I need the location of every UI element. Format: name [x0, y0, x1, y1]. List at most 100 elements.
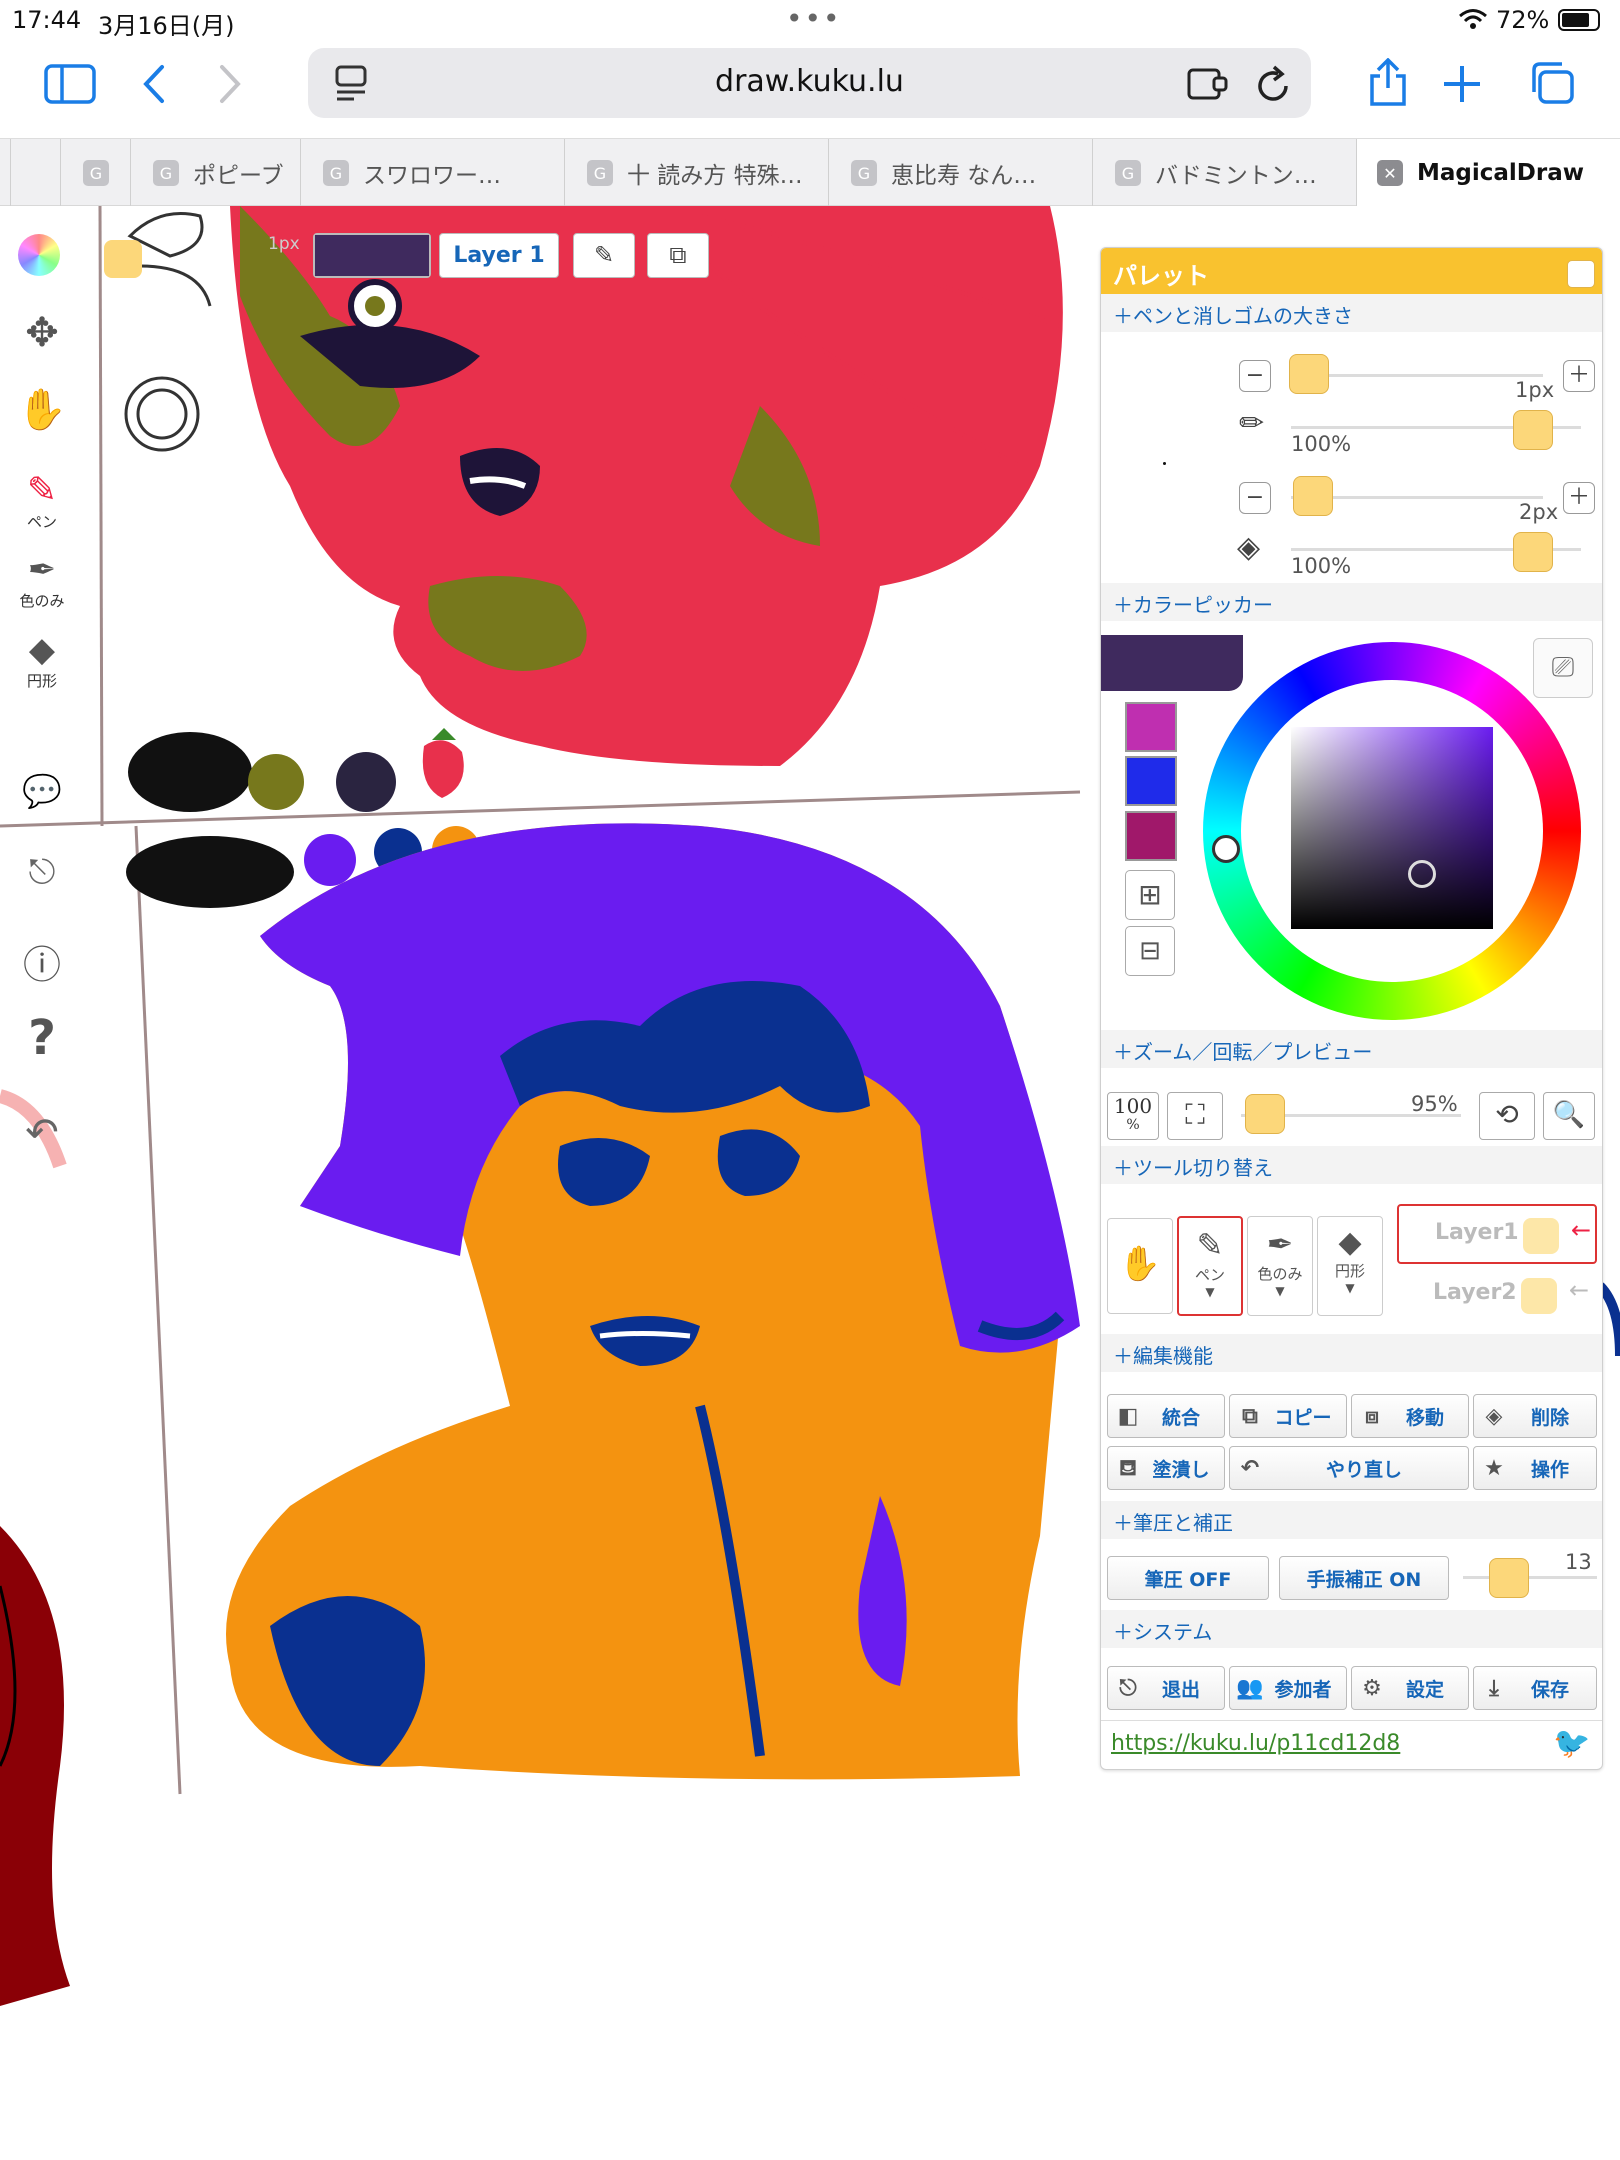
exit-button[interactable]: ⎋ 退出: [1107, 1666, 1225, 1710]
fit-screen-icon[interactable]: ⛶: [1167, 1092, 1223, 1140]
new-tab-icon[interactable]: [1442, 64, 1482, 104]
saturation-value-square[interactable]: [1291, 727, 1493, 929]
arrow-left-icon: ←: [1569, 1276, 1590, 1304]
hand-icon[interactable]: ✋: [12, 386, 72, 433]
section-tool-switch[interactable]: ＋ツール切り替え: [1101, 1146, 1602, 1184]
shape-tool[interactable]: ◆ 円形: [12, 630, 72, 691]
eraser-size-minus-button[interactable]: −: [1239, 482, 1271, 514]
stabilizer-toggle-button[interactable]: 手振補正 ON: [1279, 1556, 1449, 1600]
palette-toggle-checkbox[interactable]: [1567, 260, 1595, 288]
layer-2-row[interactable]: Layer2 ←: [1397, 1268, 1597, 1324]
move-button[interactable]: ⧈ 移動: [1351, 1394, 1469, 1438]
rotate-reset-icon[interactable]: ⟲: [1479, 1092, 1535, 1140]
select-area-icon[interactable]: ⧉: [647, 233, 709, 278]
add-swatch-icon[interactable]: ⊞: [1125, 870, 1175, 920]
swatch-0[interactable]: [1125, 702, 1177, 752]
eraser-size-slider-knob[interactable]: [1293, 476, 1334, 516]
zoom-preview-icon[interactable]: 🔍: [1543, 1092, 1595, 1140]
save-button[interactable]: ⤓ 保存: [1473, 1666, 1597, 1710]
delete-button[interactable]: ◈ 削除: [1473, 1394, 1597, 1438]
hue-cursor[interactable]: [1212, 835, 1240, 863]
pressure-toggle-button[interactable]: 筆圧 OFF: [1107, 1556, 1269, 1600]
palette-header[interactable]: パレット: [1101, 248, 1602, 294]
layer-1-opacity-knob[interactable]: [1523, 1218, 1559, 1254]
back-icon[interactable]: [142, 64, 166, 104]
zoom-slider-knob[interactable]: [1245, 1094, 1285, 1134]
tab-2[interactable]: G十 読み方 特殊…: [564, 139, 828, 207]
section-system[interactable]: ＋システム: [1101, 1610, 1602, 1648]
section-pressure[interactable]: ＋筆圧と補正: [1101, 1501, 1602, 1539]
info-icon[interactable]: ⓘ: [12, 934, 72, 989]
participants-button[interactable]: 👥 参加者: [1229, 1666, 1347, 1710]
exit-room-icon[interactable]: ⎋: [12, 852, 72, 892]
tab-3[interactable]: G 恵比寿 なん…: [828, 139, 1092, 207]
section-color-picker[interactable]: ＋カラーピッカー: [1101, 583, 1602, 621]
undo-icon[interactable]: ↶: [12, 1110, 72, 1156]
share-icon[interactable]: [1366, 58, 1410, 108]
eraser-opacity-slider-knob[interactable]: [1513, 532, 1553, 572]
shape-tool-label: 円形: [26, 672, 57, 690]
current-color-chip[interactable]: [313, 233, 431, 278]
pen-icon: ✎: [26, 470, 58, 511]
brush-preview-dot: [1163, 462, 1166, 465]
forward-icon[interactable]: [218, 64, 242, 104]
zoom-reset-button[interactable]: 100 %: [1107, 1092, 1159, 1140]
sv-cursor[interactable]: [1408, 860, 1436, 888]
swatch-1[interactable]: [1125, 756, 1177, 806]
settings-button[interactable]: ⚙ 設定: [1351, 1666, 1469, 1710]
tab-4[interactable]: G バドミントン…: [1092, 139, 1356, 207]
tabs-overview-icon[interactable]: [1528, 60, 1576, 106]
tab-pinned[interactable]: [10, 139, 60, 207]
pen-size-slider-knob[interactable]: [1289, 354, 1329, 394]
address-bar[interactable]: draw.kuku.lu: [308, 48, 1311, 118]
color-wheel-icon[interactable]: [18, 234, 60, 276]
shape-tool-button[interactable]: ◆ 円形 ▼: [1317, 1216, 1383, 1316]
redo-button[interactable]: ↶ やり直し: [1229, 1446, 1469, 1490]
eyedropper-tool[interactable]: ✒ 色のみ: [12, 550, 72, 611]
google-icon: G: [153, 160, 179, 186]
more-dots-icon[interactable]: •••: [786, 2, 842, 35]
close-tab-icon[interactable]: ✕: [1377, 160, 1403, 186]
merge-button[interactable]: ◧ 統合: [1107, 1394, 1225, 1438]
tab-active-magicaldraw[interactable]: ✕ MagicalDraw: [1356, 139, 1620, 207]
pen-settings-icon[interactable]: ✎: [573, 233, 635, 278]
hand-tool-button[interactable]: ✋: [1107, 1218, 1173, 1314]
layer-2-opacity-knob[interactable]: [1521, 1278, 1557, 1314]
status-time: 17:44: [12, 6, 82, 34]
pen-tool[interactable]: ✎ ペン: [12, 470, 72, 532]
section-edit[interactable]: ＋編集機能: [1101, 1334, 1602, 1372]
sidebar-icon[interactable]: [44, 64, 96, 104]
move-icon[interactable]: ✥: [12, 310, 72, 356]
stabilizer-slider[interactable]: [1463, 1576, 1597, 1579]
layer-1-row[interactable]: Layer1 ←: [1397, 1204, 1597, 1264]
color-mode-icon[interactable]: ⎚: [1533, 638, 1593, 698]
copy-button[interactable]: ⧉ コピー: [1229, 1394, 1347, 1438]
section-pen-size[interactable]: ＋ペンと消しゴムの大きさ: [1101, 294, 1602, 332]
fill-button[interactable]: ⛾ 塗潰し: [1107, 1446, 1225, 1490]
help-icon[interactable]: ?: [12, 1010, 72, 1066]
extension-icon[interactable]: [1186, 66, 1230, 102]
tab-0[interactable]: G ポピーブ: [130, 139, 300, 207]
pen-size-minus-button[interactable]: −: [1239, 360, 1271, 392]
pen-opacity-slider-knob[interactable]: [1513, 410, 1553, 450]
battery-percent: 72%: [1496, 6, 1550, 34]
eyedropper-tool-button[interactable]: ✒ 色のみ ▼: [1247, 1216, 1313, 1316]
operate-button[interactable]: ★ 操作: [1473, 1446, 1597, 1490]
canvas-size-slider-knob[interactable]: [104, 240, 142, 278]
swatch-manage-icon[interactable]: ⊟: [1125, 926, 1175, 976]
swatch-2[interactable]: [1125, 811, 1177, 861]
eraser-size-plus-button[interactable]: ＋: [1563, 482, 1595, 514]
twitter-icon[interactable]: 🐦: [1553, 1726, 1590, 1761]
reload-icon[interactable]: [1256, 64, 1292, 104]
layer-select-button[interactable]: Layer 1: [439, 233, 559, 278]
eraser-opacity-value: 100%: [1291, 554, 1352, 578]
url-text[interactable]: draw.kuku.lu: [308, 64, 1311, 99]
tab-google-mini[interactable]: G: [60, 139, 130, 207]
stabilizer-slider-knob[interactable]: [1489, 1558, 1529, 1598]
tab-1[interactable]: G スワロワー…: [300, 139, 564, 207]
pen-size-plus-button[interactable]: ＋: [1563, 360, 1595, 392]
chat-icon[interactable]: 💬: [12, 772, 72, 810]
section-zoom[interactable]: ＋ズーム／回転／プレビュー: [1101, 1030, 1602, 1068]
share-link[interactable]: https://kuku.lu/p11cd12d8: [1111, 1731, 1400, 1756]
pen-tool-button[interactable]: ✎ ペン ▼: [1177, 1216, 1243, 1316]
